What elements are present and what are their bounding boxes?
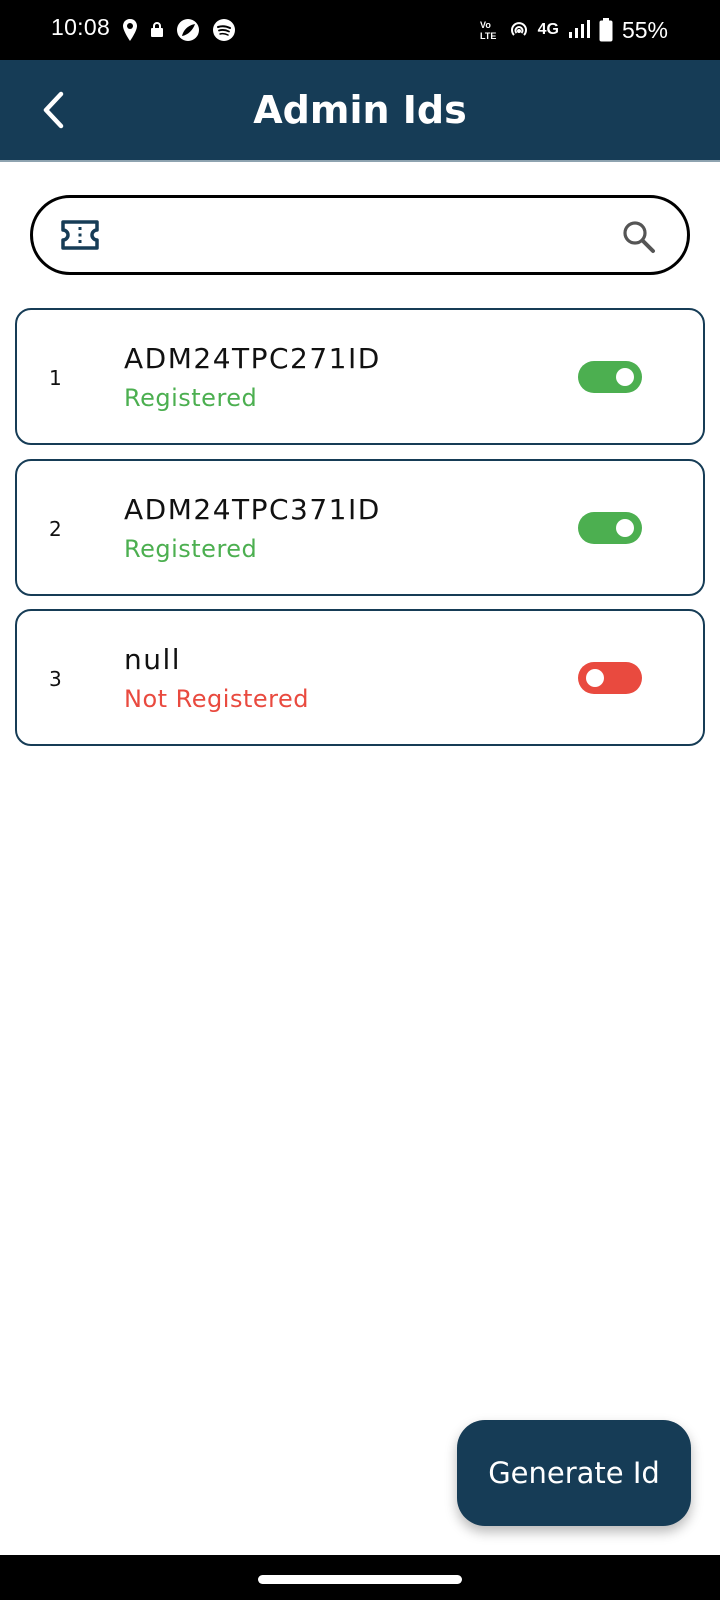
volte-icon: Vo LTE xyxy=(480,20,496,41)
location-pin-icon xyxy=(123,19,137,41)
item-index: 3 xyxy=(49,667,62,691)
admin-id-text: ADM24TPC271ID xyxy=(124,342,381,375)
item-index: 1 xyxy=(49,366,62,390)
battery-icon xyxy=(599,18,613,42)
status-toggle[interactable] xyxy=(578,361,642,393)
list-item[interactable]: 2 ADM24TPC371ID Registered xyxy=(15,459,705,596)
home-indicator[interactable] xyxy=(258,1575,462,1584)
lock-icon xyxy=(151,22,163,37)
status-label: Registered xyxy=(124,535,258,563)
toggle-knob xyxy=(616,368,634,386)
spotify-icon xyxy=(213,19,235,41)
list-item[interactable]: 3 null Not Registered xyxy=(15,609,705,746)
status-time: 10:08 xyxy=(51,14,111,40)
admin-id-text: ADM24TPC371ID xyxy=(124,493,381,526)
toggle-knob xyxy=(586,669,604,687)
search-input[interactable] xyxy=(117,212,637,258)
list-item[interactable]: 1 ADM24TPC271ID Registered xyxy=(15,308,705,445)
notification-icons xyxy=(122,16,236,44)
svg-text:Vo: Vo xyxy=(480,20,491,30)
svg-text:LTE: LTE xyxy=(480,31,496,41)
status-label: Not Registered xyxy=(124,685,309,713)
signal-icon xyxy=(568,20,590,38)
status-toggle[interactable] xyxy=(578,512,642,544)
app-bar: Admin Ids xyxy=(0,60,720,162)
ticket-icon xyxy=(61,220,99,250)
search-field[interactable] xyxy=(30,195,690,275)
system-icons: Vo LTE 4G 55% xyxy=(480,14,668,46)
page-title: Admin Ids xyxy=(253,88,467,132)
status-bar: 10:08 Vo LTE 4G 55% xyxy=(0,0,720,60)
admin-id-text: null xyxy=(124,643,182,676)
navigation-bar xyxy=(0,1555,720,1600)
network-type-label: 4G xyxy=(537,21,559,38)
hotspot-icon xyxy=(510,22,527,36)
toggle-knob xyxy=(616,519,634,537)
item-index: 2 xyxy=(49,517,62,541)
search-icon[interactable] xyxy=(621,219,657,255)
status-label: Registered xyxy=(124,384,258,412)
battery-percent: 55% xyxy=(621,16,668,43)
generate-id-button[interactable]: Generate Id xyxy=(457,1420,691,1526)
leaf-app-icon xyxy=(177,19,199,41)
status-toggle[interactable] xyxy=(578,662,642,694)
